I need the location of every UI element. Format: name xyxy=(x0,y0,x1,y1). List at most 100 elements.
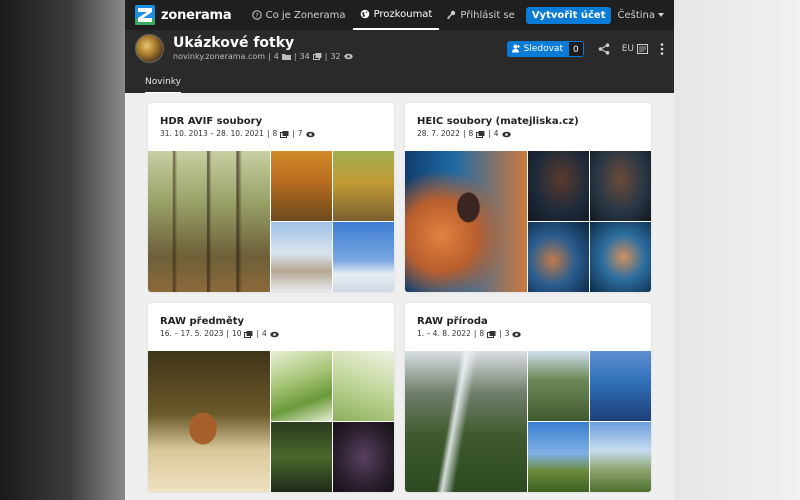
eye-icon xyxy=(305,131,315,137)
album-photos xyxy=(148,151,394,292)
photo-thumbnail[interactable] xyxy=(333,222,394,292)
follow-label-wrap: Sledovat xyxy=(507,44,568,54)
album-grid: HDR AVIF soubory 31. 10. 2013 – 28. 10. … xyxy=(148,103,651,492)
follower-count: 0 xyxy=(567,40,584,57)
photo-thumbnail[interactable] xyxy=(590,222,651,292)
album-photos xyxy=(148,351,394,492)
folder-icon xyxy=(281,54,291,60)
photo-thumbnail[interactable] xyxy=(271,151,332,221)
album-view-count: 7 xyxy=(297,129,303,138)
album-view-count: 4 xyxy=(262,329,267,338)
photo-thumbnail[interactable] xyxy=(333,351,394,421)
photo-thumbnail[interactable] xyxy=(590,351,651,421)
photo-thumbnail[interactable] xyxy=(590,422,651,492)
nav-what-is-zonerama-label: Co je Zonerama xyxy=(265,9,346,21)
separator: | xyxy=(266,129,270,138)
photo-thumbnail[interactable] xyxy=(528,222,589,292)
photo-thumbnail[interactable] xyxy=(271,222,332,292)
album-view-count: 3 xyxy=(504,329,510,338)
nav-login-label: Přihlásit se xyxy=(460,9,515,21)
album-header: RAW předměty 16. – 17. 5. 2023 | 10 | 4 xyxy=(148,303,394,351)
photo-thumbnail[interactable] xyxy=(271,351,332,421)
separator: | xyxy=(293,52,297,61)
photos-icon xyxy=(476,130,485,138)
create-account-button[interactable]: Vytvořit účet xyxy=(525,6,612,24)
photos-icon xyxy=(244,330,253,338)
page-title: Ukázkové fotky xyxy=(173,35,295,51)
album-meta: 16. – 17. 5. 2023 | 10 | 4 xyxy=(160,328,382,340)
photo-thumbnail[interactable] xyxy=(271,422,332,492)
view-count: 32 xyxy=(330,52,341,61)
photo-thumbnail[interactable] xyxy=(405,151,527,292)
brand-name: zonerama xyxy=(161,7,232,23)
follow-button[interactable]: Sledovat 0 xyxy=(506,40,584,57)
photo-thumbnail[interactable] xyxy=(333,151,394,221)
profile-tabs: Novinky xyxy=(125,67,674,93)
album-header: HEIC soubory (matejliska.cz) 28. 7. 2022… xyxy=(405,103,651,151)
album-title[interactable]: HEIC soubory (matejliska.cz) xyxy=(417,115,639,128)
photo-thumbnail[interactable] xyxy=(148,351,270,492)
nav-explore[interactable]: Prozkoumat xyxy=(352,0,440,30)
globe-icon xyxy=(360,9,369,19)
flag-icon xyxy=(637,43,648,54)
album-meta: 31. 10. 2013 – 28. 10. 2021 | 8 | 7 xyxy=(160,128,382,140)
photos-icon xyxy=(280,130,289,138)
eye-icon xyxy=(270,331,279,337)
tab-news[interactable]: Novinky xyxy=(145,77,181,93)
photos-icon xyxy=(312,53,322,60)
nav-login[interactable]: Přihlásit se xyxy=(439,0,521,30)
photo-thumbnail[interactable] xyxy=(405,351,527,492)
nav-explore-label: Prozkoumat xyxy=(373,8,433,20)
album-title[interactable]: RAW předměty xyxy=(160,315,382,328)
album-photo-count: 8 xyxy=(272,129,278,138)
more-vertical-icon[interactable] xyxy=(660,42,664,55)
album-dates: 31. 10. 2013 – 28. 10. 2021 xyxy=(160,129,264,138)
separator: | xyxy=(462,129,466,138)
photo-count: 34 xyxy=(299,52,310,61)
profile-domain: novinky.zonerama.com xyxy=(173,52,266,61)
album-title[interactable]: RAW příroda xyxy=(417,315,639,328)
profile-info: Ukázkové fotky novinky.zonerama.com | 4 … xyxy=(173,35,353,62)
photo-thumbnail[interactable] xyxy=(333,422,394,492)
album-photos xyxy=(405,351,651,492)
album-meta: 28. 7. 2022 | 8 | 4 xyxy=(417,128,639,140)
eye-icon xyxy=(512,331,522,337)
language-label: Čeština xyxy=(617,9,655,21)
photo-thumbnail[interactable] xyxy=(148,151,270,292)
album-photo-count: 8 xyxy=(479,329,485,338)
photo-thumbnail[interactable] xyxy=(528,351,589,421)
language-selector[interactable]: Čeština xyxy=(617,10,664,21)
chevron-down-icon xyxy=(658,13,664,17)
album-dates: 28. 7. 2022 xyxy=(417,129,460,138)
album-card[interactable]: HEIC soubory (matejliska.cz) 28. 7. 2022… xyxy=(405,103,651,292)
avatar[interactable] xyxy=(135,34,164,63)
album-photo-count: 8 xyxy=(468,129,474,138)
nav-what-is-zonerama[interactable]: ? Co je Zonerama xyxy=(245,0,353,30)
photo-thumbnail[interactable] xyxy=(528,422,589,492)
svg-text:?: ? xyxy=(255,12,258,19)
album-dates: 1. – 4. 8. 2022 xyxy=(417,329,471,338)
share-icon[interactable] xyxy=(598,42,610,55)
photo-thumbnail[interactable] xyxy=(590,151,651,221)
album-card[interactable]: RAW předměty 16. – 17. 5. 2023 | 10 | 4 xyxy=(148,303,394,492)
eye-icon xyxy=(343,53,353,60)
separator: | xyxy=(324,52,328,61)
content-language[interactable]: EU xyxy=(621,43,648,54)
album-view-count: 4 xyxy=(493,129,499,138)
brand-link[interactable]: zonerama xyxy=(135,5,232,25)
album-header: RAW příroda 1. – 4. 8. 2022 | 8 | 3 xyxy=(405,303,651,351)
album-count: 4 xyxy=(273,52,279,61)
album-title[interactable]: HDR AVIF soubory xyxy=(160,115,382,128)
photo-thumbnail[interactable] xyxy=(528,151,589,221)
album-dates: 16. – 17. 5. 2023 xyxy=(160,329,224,338)
separator: | xyxy=(488,129,491,138)
separator: | xyxy=(473,329,477,338)
profile-header: Ukázkové fotky novinky.zonerama.com | 4 … xyxy=(125,30,674,67)
separator: | xyxy=(256,329,259,338)
top-nav: zonerama ? Co je Zonerama Prozkoumat Při… xyxy=(125,0,674,30)
content-language-label: EU xyxy=(621,43,634,54)
album-card[interactable]: RAW příroda 1. – 4. 8. 2022 | 8 | 3 xyxy=(405,303,651,492)
help-icon: ? xyxy=(251,10,262,20)
album-header: HDR AVIF soubory 31. 10. 2013 – 28. 10. … xyxy=(148,103,394,151)
album-card[interactable]: HDR AVIF soubory 31. 10. 2013 – 28. 10. … xyxy=(148,103,394,292)
